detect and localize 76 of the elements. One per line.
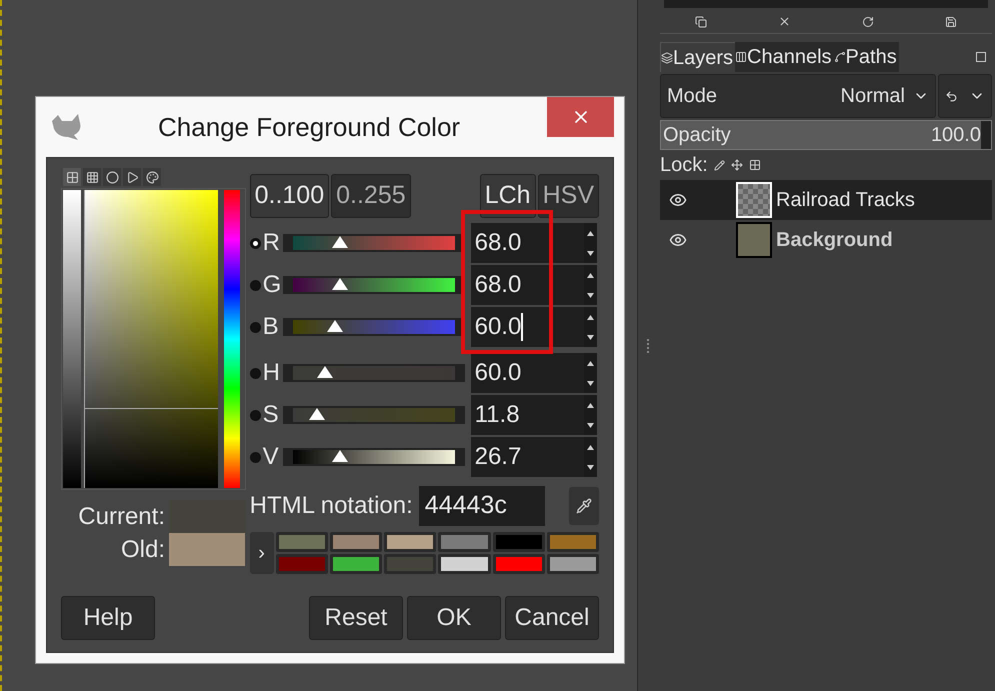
channel-slider[interactable] (282, 364, 465, 382)
tab-icon (735, 51, 748, 63)
dialog-button[interactable]: Cancel (505, 596, 599, 640)
spin-buttons[interactable] (584, 265, 597, 305)
lightness-strip[interactable] (63, 190, 81, 488)
slider-thumb[interactable] (326, 320, 343, 332)
duplicate-icon (695, 16, 708, 28)
spin-buttons[interactable] (584, 353, 597, 393)
channel-label: G (262, 270, 282, 300)
spin-buttons[interactable] (584, 437, 597, 477)
refresh-icon (862, 16, 874, 28)
dock-tab[interactable]: Paths (834, 42, 899, 72)
html-notation-field[interactable]: 44443c (418, 486, 545, 526)
layer-name: Railroad Tracks (776, 188, 915, 213)
spin-buttons[interactable] (584, 307, 597, 347)
channel-radio[interactable] (250, 452, 261, 462)
old-label: Old: (120, 535, 165, 565)
channel-label: R (262, 228, 281, 258)
current-label: Current: (78, 502, 165, 532)
channel-value-field[interactable]: 26.7 (470, 437, 584, 477)
channel-value-field[interactable]: 60.0 (470, 353, 584, 393)
range-button[interactable]: 0..100 (250, 174, 330, 218)
channel-radio[interactable] (250, 368, 261, 378)
mode-dropdown[interactable]: Mode Normal (660, 74, 936, 118)
channel-label: S (262, 400, 280, 430)
color-square[interactable] (84, 190, 218, 488)
channel-label: H (262, 358, 281, 388)
channel-value-field[interactable]: 68.0 (470, 223, 584, 263)
channel-slider[interactable] (282, 406, 465, 424)
model-button[interactable]: HSV (538, 174, 599, 218)
lock-label: Lock: (660, 153, 708, 178)
tab-icon (834, 51, 846, 63)
eyedropper-button[interactable] (569, 487, 599, 525)
delete-icon (778, 15, 792, 28)
panel-menu-icon[interactable] (976, 52, 986, 62)
layer-row[interactable]: Railroad Tracks (660, 180, 992, 220)
slider-thumb[interactable] (332, 450, 348, 462)
dock-tab[interactable]: Layers (660, 42, 736, 72)
channel-radio[interactable] (250, 280, 261, 290)
dialog-button[interactable]: OK (407, 596, 501, 640)
channel-value-field[interactable]: 11.8 (470, 395, 584, 435)
lock-alpha-icon (748, 159, 761, 171)
history-button[interactable]: › (250, 532, 274, 574)
slider-thumb[interactable] (332, 278, 348, 290)
dock-tab[interactable]: Channels (735, 42, 834, 72)
lock-position-icon (730, 159, 743, 171)
save-icon (944, 16, 957, 28)
layer-thumbnail (736, 182, 772, 218)
channel-label: V (262, 442, 280, 472)
spin-buttons[interactable] (584, 223, 597, 263)
html-notation-label: HTML notation: (250, 491, 413, 521)
channel-value-field[interactable]: 60.0 (470, 307, 584, 347)
undo-arrow-icon (944, 90, 958, 102)
text-cursor (521, 313, 524, 341)
spin-buttons[interactable] (584, 395, 597, 435)
opacity-slider[interactable]: Opacity 100.0 (660, 120, 992, 150)
layer-name: Background (776, 228, 893, 253)
channel-radio[interactable] (250, 410, 261, 420)
channel-slider[interactable] (282, 448, 465, 466)
hue-strip[interactable] (224, 190, 240, 488)
slider-thumb[interactable] (317, 366, 333, 378)
slider-thumb[interactable] (332, 236, 348, 248)
channel-value-field[interactable]: 68.0 (470, 265, 584, 305)
slider-thumb[interactable] (308, 408, 325, 420)
range-button[interactable]: 0..255 (331, 174, 411, 218)
lock-pixels-icon (714, 160, 725, 170)
dialog-button[interactable]: Reset (309, 596, 403, 640)
composite-dropdown[interactable] (938, 74, 992, 118)
tab-icon (661, 52, 673, 64)
model-button[interactable]: LCh (480, 174, 536, 218)
eyedropper-icon (576, 498, 592, 514)
dialog-button[interactable]: Help (61, 596, 155, 640)
channel-label: B (262, 312, 280, 342)
channel-radio[interactable] (250, 238, 261, 248)
channel-radio[interactable] (250, 322, 261, 332)
window-title: Change Foreground Color (158, 110, 460, 144)
